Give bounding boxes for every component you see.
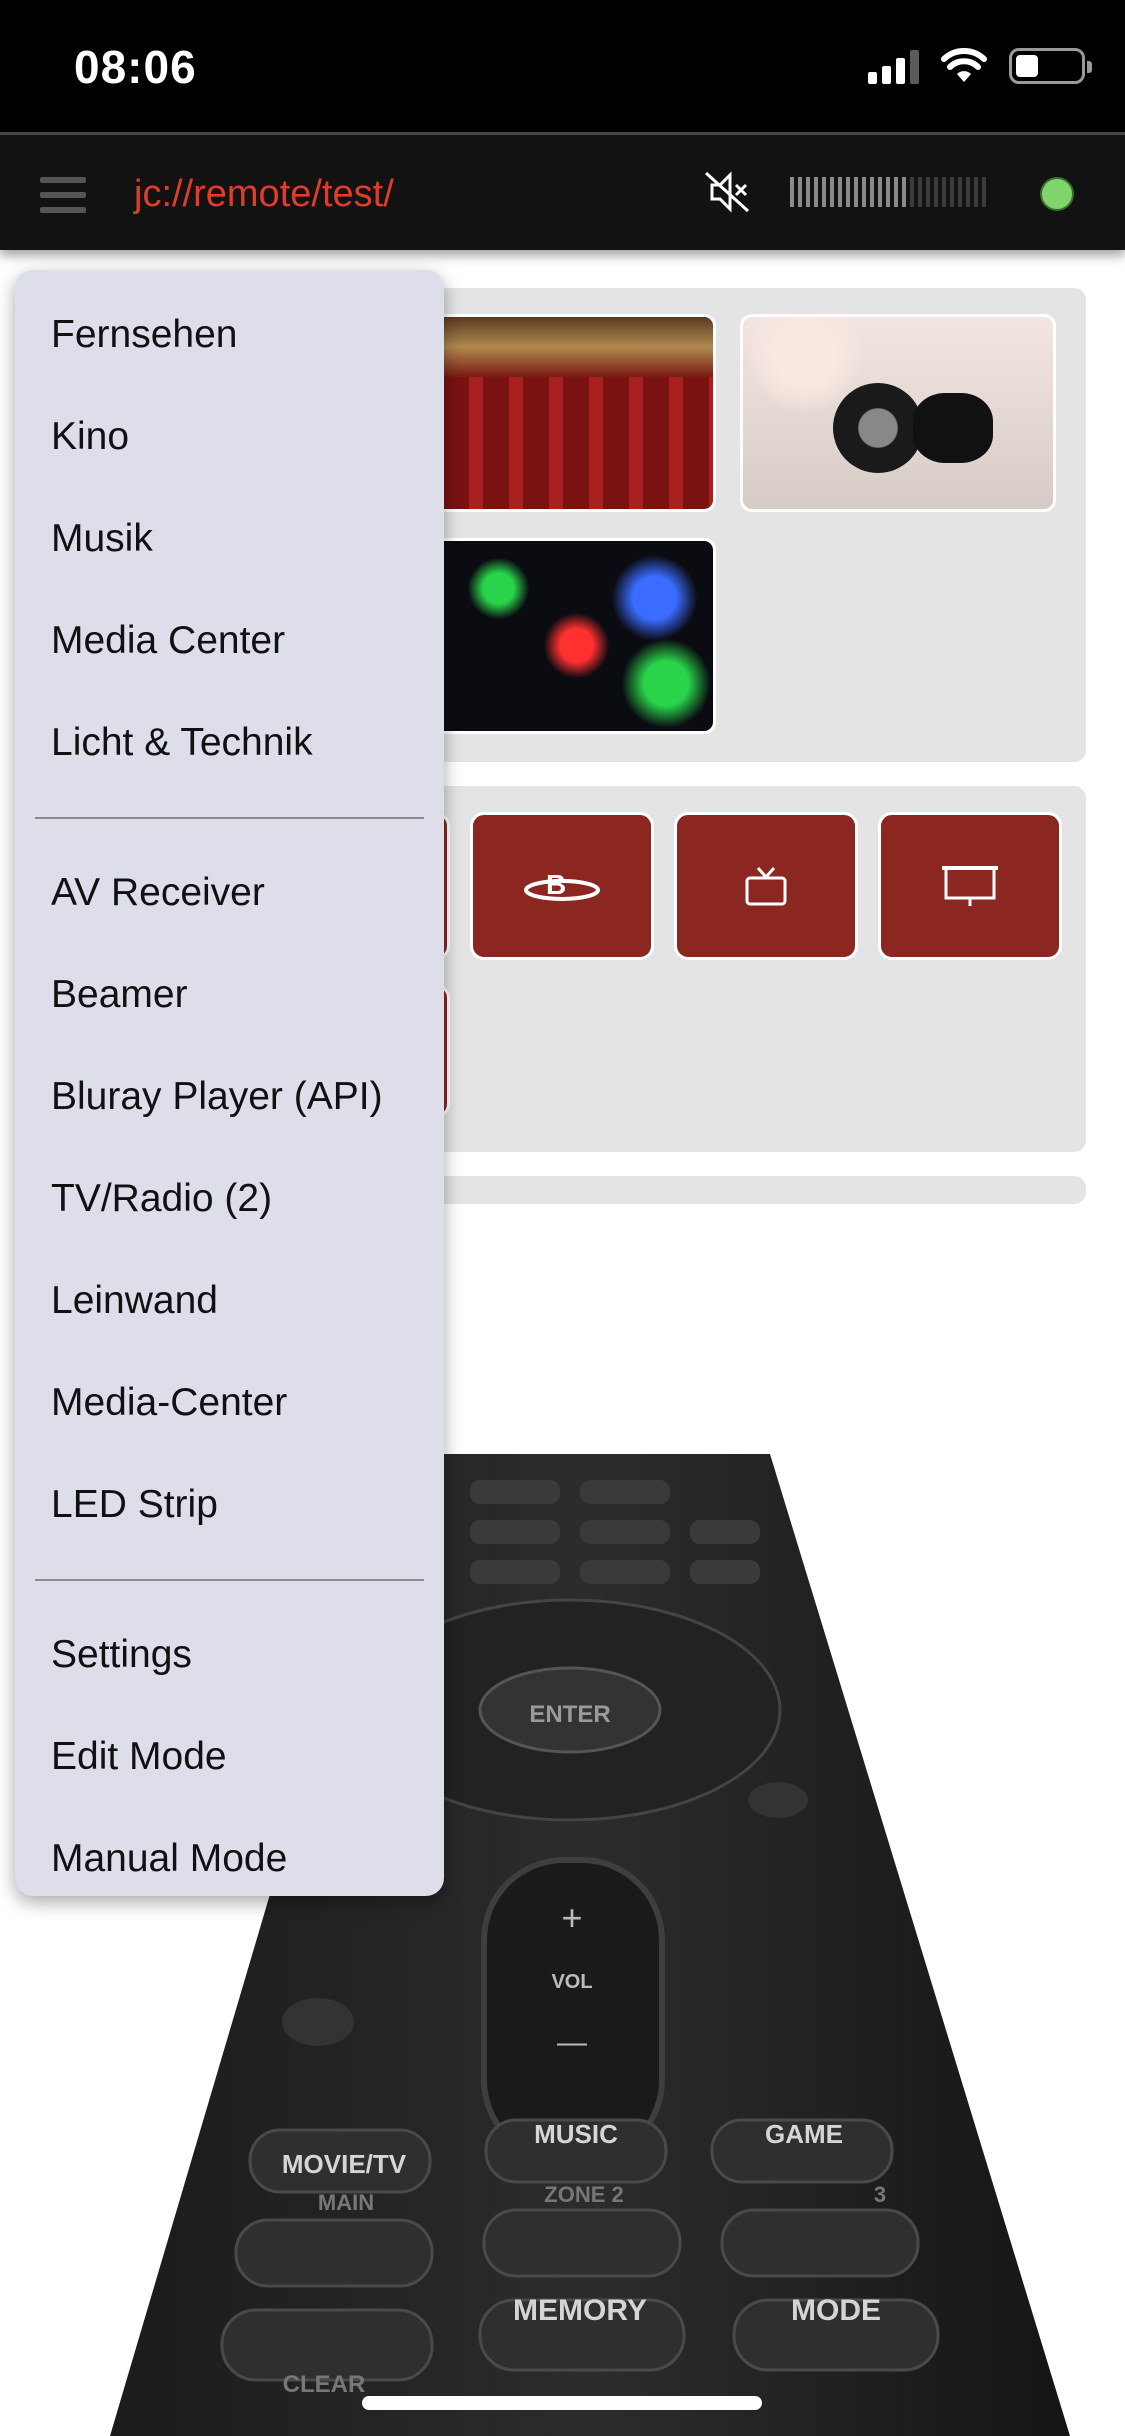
tv-icon bbox=[745, 867, 787, 906]
battery-icon bbox=[1009, 48, 1092, 84]
menu-item[interactable]: Settings bbox=[15, 1604, 444, 1706]
volume-tick bbox=[910, 177, 914, 207]
menu-toggle-icon[interactable] bbox=[40, 177, 86, 213]
menu-item[interactable]: Licht & Technik bbox=[15, 692, 444, 794]
menu-divider bbox=[15, 1556, 444, 1604]
menu-item[interactable]: Manual Mode bbox=[15, 1808, 444, 1910]
volume-tick bbox=[822, 177, 826, 207]
status-icons bbox=[868, 48, 1092, 84]
volume-tick bbox=[902, 177, 906, 207]
remote-zone3-label: 3 bbox=[874, 2182, 886, 2207]
menu-item[interactable]: Kino bbox=[15, 386, 444, 488]
menu-item[interactable]: Media-Center bbox=[15, 1352, 444, 1454]
home-indicator[interactable] bbox=[362, 2396, 762, 2410]
current-path: jc://remote/test/ bbox=[134, 173, 394, 215]
menu-item[interactable]: Media Center bbox=[15, 590, 444, 692]
wifi-icon bbox=[941, 48, 987, 82]
divider-line bbox=[35, 817, 424, 819]
volume-tick bbox=[958, 177, 962, 207]
menu-item[interactable]: Edit Mode bbox=[15, 1706, 444, 1808]
menu-item[interactable]: Musik bbox=[15, 488, 444, 590]
volume-tick bbox=[798, 177, 802, 207]
volume-tick bbox=[830, 177, 834, 207]
speaker-muted-icon[interactable] bbox=[700, 165, 754, 219]
navigation-menu: Fernsehen Kino Musik Media Center Licht & Te… bbox=[15, 270, 444, 1896]
remote-zone2-label: ZONE 2 bbox=[544, 2182, 623, 2207]
status-bar: 08:06 bbox=[0, 0, 1125, 132]
connection-status-indicator bbox=[1040, 177, 1074, 211]
volume-tick bbox=[790, 177, 794, 207]
app-header: jc://remote/test/ bbox=[0, 132, 1125, 250]
bluray-icon: B bbox=[524, 869, 600, 901]
menu-item[interactable]: AV Receiver bbox=[15, 842, 444, 944]
device-button-screen[interactable] bbox=[878, 812, 1062, 960]
menu-item[interactable]: Beamer bbox=[15, 944, 444, 1046]
volume-tick bbox=[862, 177, 866, 207]
remote-minus-label: — bbox=[557, 2026, 587, 2059]
menu-item[interactable]: Bluray Player (API) bbox=[15, 1046, 444, 1148]
projector-screen-icon bbox=[942, 866, 998, 906]
volume-meter[interactable] bbox=[790, 177, 990, 207]
svg-text:B: B bbox=[546, 869, 566, 900]
remote-mode-label: MODE bbox=[791, 2294, 881, 2327]
menu-item[interactable]: Fernsehen bbox=[15, 284, 444, 386]
remote-game-label: GAME bbox=[765, 2119, 843, 2149]
device-button-bluray[interactable]: B bbox=[470, 812, 654, 960]
volume-tick bbox=[974, 177, 978, 207]
volume-tick bbox=[894, 177, 898, 207]
menu-item[interactable]: Leinwand bbox=[15, 1250, 444, 1352]
volume-tick bbox=[878, 177, 882, 207]
remote-music-label: MUSIC bbox=[534, 2119, 618, 2149]
headphones-image-part bbox=[913, 393, 993, 463]
cellular-signal-icon bbox=[868, 50, 919, 84]
remote-clear-label: CLEAR bbox=[283, 2371, 366, 2398]
clock: 08:06 bbox=[74, 41, 197, 93]
remote-main-label: MAIN bbox=[318, 2190, 374, 2215]
volume-tick bbox=[926, 177, 930, 207]
volume-tick bbox=[950, 177, 954, 207]
volume-tick bbox=[886, 177, 890, 207]
remote-plus-label: + bbox=[561, 1897, 582, 1938]
device-button-tv[interactable] bbox=[674, 812, 858, 960]
volume-tick bbox=[918, 177, 922, 207]
menu-divider bbox=[15, 794, 444, 842]
volume-tick bbox=[814, 177, 818, 207]
volume-tick bbox=[966, 177, 970, 207]
remote-enter-label: ENTER bbox=[529, 1701, 610, 1728]
menu-item[interactable]: TV/Radio (2) bbox=[15, 1148, 444, 1250]
volume-tick bbox=[942, 177, 946, 207]
menu-item[interactable]: LED Strip bbox=[15, 1454, 444, 1556]
volume-tick bbox=[854, 177, 858, 207]
volume-tick bbox=[838, 177, 842, 207]
volume-tick bbox=[982, 177, 986, 207]
volume-tick bbox=[934, 177, 938, 207]
volume-tick bbox=[806, 177, 810, 207]
remote-vol-label: VOL bbox=[551, 1971, 592, 1993]
headphones-image bbox=[833, 383, 923, 473]
remote-memory-label: MEMORY bbox=[513, 2294, 647, 2327]
volume-tick bbox=[846, 177, 850, 207]
volume-tick bbox=[870, 177, 874, 207]
remote-movie-label: MOVIE/TV bbox=[282, 2149, 407, 2179]
scene-tile-music[interactable] bbox=[740, 314, 1056, 512]
divider-line bbox=[35, 1579, 424, 1581]
